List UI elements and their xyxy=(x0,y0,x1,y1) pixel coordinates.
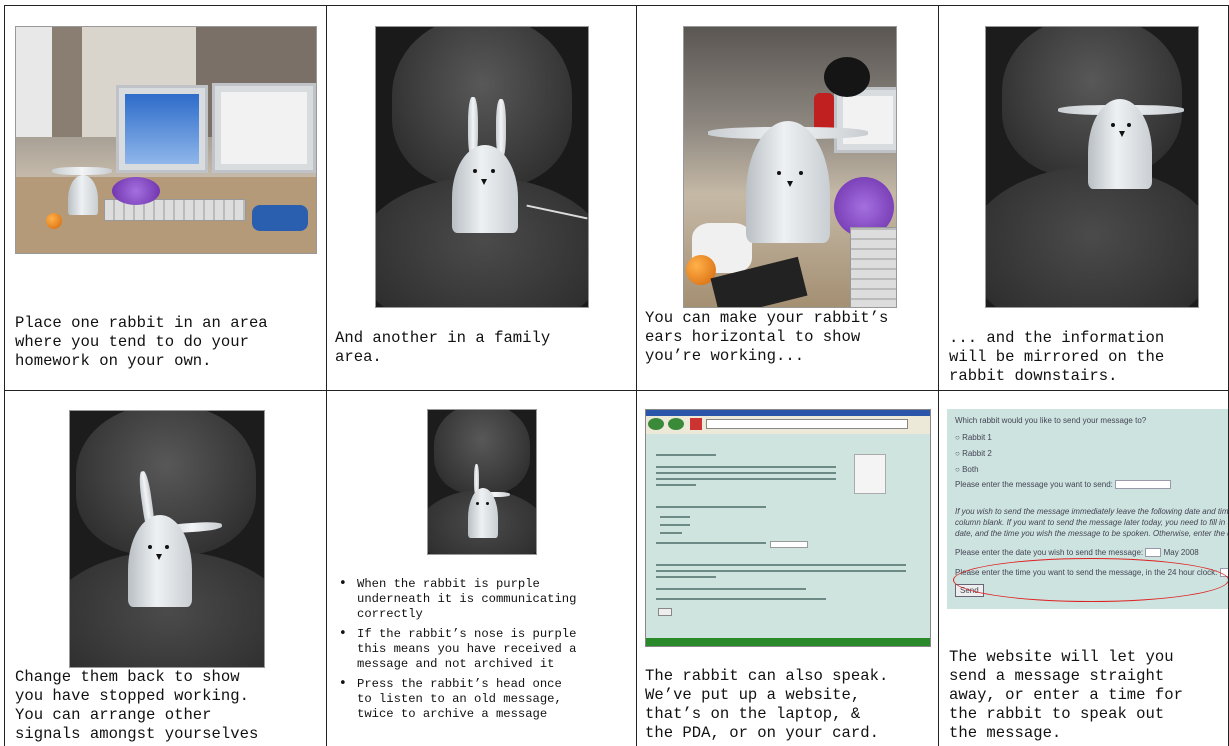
instruction-list: When the rabbit is purple underneath it … xyxy=(335,576,576,727)
form-note: If you wish to send the message immediat… xyxy=(955,507,1228,538)
caption: The rabbit can also speak. We’ve put up … xyxy=(645,667,889,742)
form-option: ○ Rabbit 1 xyxy=(955,433,992,442)
panel-family-area: And another in a family area. xyxy=(327,6,636,390)
panel-website: The rabbit can also speak. We’ve put up … xyxy=(637,391,938,746)
panel-change-back: Change them back to show you have stoppe… xyxy=(5,391,326,746)
caption: Place one rabbit in an area where you te… xyxy=(15,314,268,370)
photo-rabbit-ears-up xyxy=(375,26,589,308)
screenshot-website xyxy=(645,409,931,647)
panel-instructions: When the rabbit is purple underneath it … xyxy=(327,391,636,746)
form-option: ○ Both xyxy=(955,465,979,474)
panel-form: Which rabbit would you like to send your… xyxy=(939,391,1228,746)
form-question: Which rabbit would you like to send your… xyxy=(955,416,1147,425)
photo-rabbit-small xyxy=(427,409,537,555)
annotation-oval xyxy=(953,558,1228,602)
panel-mirrored: ... and the information will be mirrored… xyxy=(939,6,1228,390)
list-item: Press the rabbit’s head once to listen t… xyxy=(335,676,576,722)
form-option: ○ Rabbit 2 xyxy=(955,449,992,458)
caption: You can make your rabbit’s ears horizont… xyxy=(645,309,889,365)
photo-rabbit-one-ear xyxy=(69,410,265,668)
caption: And another in a family area. xyxy=(335,329,551,366)
list-item: When the rabbit is purple underneath it … xyxy=(335,576,576,622)
photo-rabbit-ears-horizontal xyxy=(683,26,897,308)
caption: The website will let you send a message … xyxy=(949,648,1183,742)
form-date-row: Please enter the date you wish to send t… xyxy=(955,548,1199,558)
caption: Change them back to show you have stoppe… xyxy=(15,668,259,743)
list-item: If the rabbit’s nose is purple this mean… xyxy=(335,626,576,672)
photo-desk-with-rabbit xyxy=(15,26,317,254)
caption: ... and the information will be mirrored… xyxy=(949,329,1165,385)
photo-rabbit-downstairs xyxy=(985,26,1199,308)
form-message-row: Please enter the message you want to sen… xyxy=(955,479,1228,490)
panel-ears-horizontal: You can make your rabbit’s ears horizont… xyxy=(637,6,938,390)
panel-place-rabbit: Place one rabbit in an area where you te… xyxy=(5,6,326,390)
